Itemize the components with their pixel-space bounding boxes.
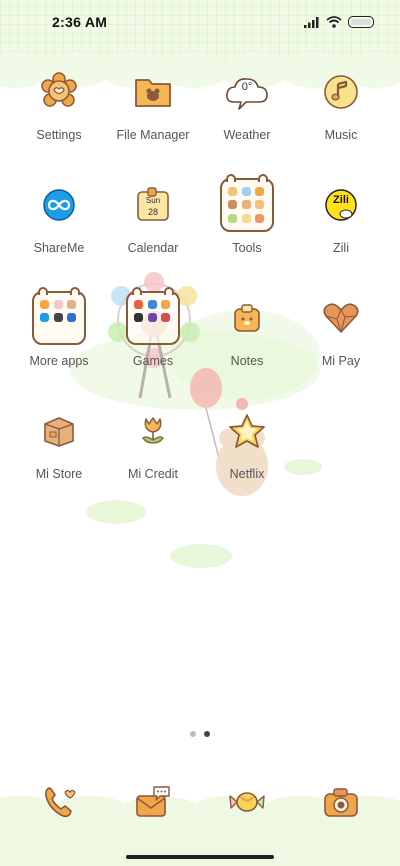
app-label: Netflix [229,467,265,481]
tulip-icon [125,403,181,459]
tools-folder-icon [219,174,275,233]
dock-phone[interactable] [9,774,109,830]
app-label: ShareMe [33,241,85,255]
dock-camera[interactable] [291,774,391,830]
app-label: Settings [36,128,82,142]
battery-icon [348,16,374,28]
app-label: Tools [232,241,262,255]
dock-messages[interactable] [103,774,203,830]
more-apps-folder-icon [31,287,87,346]
zili-icon: Zili [313,177,369,233]
app-label: File Manager [116,128,190,142]
dock-browser[interactable] [197,774,297,830]
app-weather[interactable]: 0° Weather [197,64,297,142]
wallpaper-cloud [170,544,232,568]
infinity-icon [31,177,87,233]
candy-icon [219,774,275,830]
box-icon [31,403,87,459]
app-label: More apps [29,354,89,368]
app-label: Games [132,354,174,368]
app-notes[interactable]: Notes [197,290,297,368]
app-label: Weather [223,128,271,142]
page-dot[interactable] [190,731,196,737]
flower-icon [31,64,87,120]
games-folder-icon [125,287,181,346]
message-icon [125,774,181,830]
app-label: Calendar [127,241,179,255]
app-shareme[interactable]: ShareMe [9,177,109,255]
folder-games[interactable]: Games [103,287,203,368]
folder-tools[interactable]: Tools [197,174,297,255]
notes-icon [219,290,275,346]
camera-icon [313,774,369,830]
page-dot-active[interactable] [204,731,210,737]
app-netflix[interactable]: Netflix [197,403,297,481]
wallpaper-cloud [86,500,146,524]
wifi-icon [326,16,342,28]
music-note-icon [313,64,369,120]
heart-icon [313,290,369,346]
calendar-icon: Sun 28 [125,177,181,233]
page-indicator[interactable] [0,731,400,737]
app-label: Notes [230,354,264,368]
phone-icon [31,774,87,830]
app-zili[interactable]: Zili Zili [291,177,391,255]
app-mi-store[interactable]: Mi Store [9,403,109,481]
app-label: Mi Pay [321,354,361,368]
status-bar: 2:36 AM [0,0,400,44]
weather-temp: 0° [241,81,253,93]
app-label: Mi Credit [127,467,178,481]
star-icon [219,403,275,459]
cloud-icon: 0° [219,64,275,120]
app-label: Mi Store [35,467,83,481]
app-mi-pay[interactable]: Mi Pay [291,290,391,368]
folder-more-apps[interactable]: More apps [9,287,109,368]
status-icons [304,16,374,28]
app-mi-credit[interactable]: Mi Credit [103,403,203,481]
folder-icon [125,64,181,120]
signal-icon [304,17,319,28]
calendar-day-name: Sun [145,196,161,205]
app-label: Zili [333,241,349,255]
calendar-day-number: 28 [147,207,158,217]
app-music[interactable]: Music [291,64,391,142]
home-indicator[interactable] [126,855,274,859]
app-label: Music [324,128,358,142]
app-file-manager[interactable]: File Manager [103,64,203,142]
zili-logo-text: Zili [333,194,349,206]
app-settings[interactable]: Settings [9,64,109,142]
status-time: 2:36 AM [52,14,108,30]
app-calendar[interactable]: Sun 28 Calendar [103,177,203,255]
